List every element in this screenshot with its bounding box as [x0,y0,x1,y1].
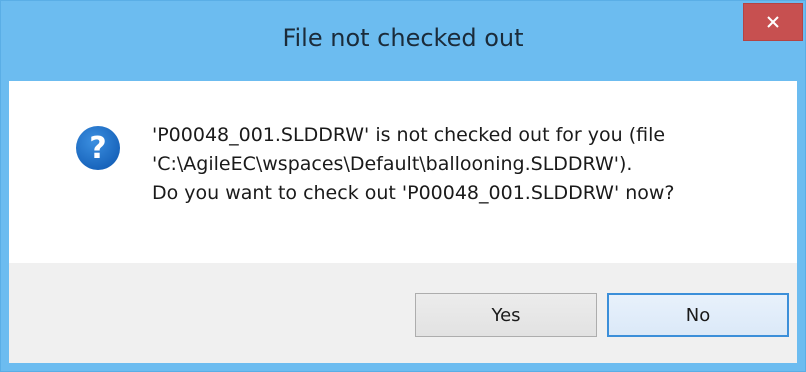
message-line: Do you want to check out 'P00048_001.SLD… [152,182,675,204]
question-icon: ? [76,126,120,170]
close-button[interactable] [743,3,803,41]
no-button[interactable]: No [607,293,789,337]
svg-text:?: ? [89,131,106,166]
message-line: 'C:\AgileEC\wspaces\Default\ballooning.S… [152,153,633,175]
close-icon [766,15,780,29]
yes-button[interactable]: Yes [415,293,597,337]
message-line: 'P00048_001.SLDDRW' is not checked out f… [152,124,666,146]
message-text: 'P00048_001.SLDDRW' is not checked out f… [152,121,772,208]
dialog-title: File not checked out [282,24,524,52]
button-bar: Yes No [9,263,797,363]
title-bar[interactable]: File not checked out [1,1,805,81]
dialog-window: File not checked out ? 'P00048_001.SLDDR… [0,0,806,372]
message-area: ? 'P00048_001.SLDDRW' is not checked out… [9,81,797,263]
